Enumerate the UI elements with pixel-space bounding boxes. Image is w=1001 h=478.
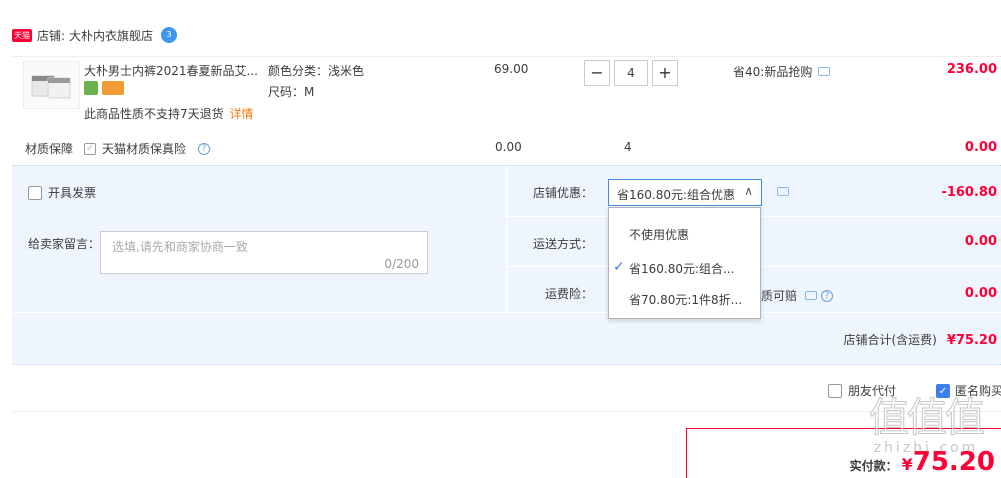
shipping-insurance-chat-icon[interactable] — [805, 291, 818, 300]
item-promo: 省40:新品抢购 — [733, 63, 831, 80]
payable-summary: 实付款： ¥ 75.20 — [850, 447, 995, 477]
discount-select[interactable]: 省160.80元:组合优惠 ∧ — [608, 179, 762, 206]
friend-pay-option[interactable]: 朋友代付 — [828, 382, 896, 399]
discount-option-discount[interactable]: 省70.80元:1件8折... — [629, 291, 742, 308]
shipping-insurance-amount: 0.00 — [964, 286, 997, 301]
shop-label: 店铺: — [37, 28, 66, 43]
promo-text: 省40:新品抢购 — [733, 65, 813, 79]
quantity-input[interactable]: 4 — [614, 60, 648, 86]
size-spec: 尺码：M — [268, 85, 315, 99]
quantity-plus-button[interactable]: + — [652, 60, 678, 86]
color-spec: 颜色分类：浅米色 — [268, 64, 365, 78]
wangwang-chat-icon[interactable]: 3 — [161, 27, 178, 43]
shipping-insurance-info: 质可赔 ? — [761, 287, 834, 304]
product-title-link[interactable]: 大朴男士内裤2021春夏新品艾... — [84, 62, 258, 79]
discount-option-combo[interactable]: 省160.80元:组合... — [629, 260, 734, 277]
shop-total: 店铺合计(含运费) ¥75.20 — [843, 331, 997, 348]
section-divider — [12, 411, 1001, 412]
invoice-option[interactable]: 开具发票 — [28, 184, 96, 201]
shop-header: 天猫 店铺: 大朴内衣旗舰店 3 — [12, 27, 178, 44]
shop-total-amount: ¥75.20 — [946, 333, 997, 348]
insurance-option-label: 天猫材质保真险 — [102, 142, 187, 156]
insurance-total: 0.00 — [964, 140, 997, 155]
product-thumbnail[interactable] — [23, 61, 80, 109]
discount-dropdown: 不使用优惠 ✓ 省160.80元:组合... 省70.80元:1件8折... — [608, 207, 761, 319]
friend-pay-checkbox[interactable] — [828, 383, 842, 398]
shipping-insurance-help-icon[interactable]: ? — [821, 289, 834, 302]
invoice-label: 开具发票 — [48, 186, 97, 200]
unit-price: 69.00 — [494, 62, 529, 76]
guarantee-badge-icon — [84, 81, 98, 95]
message-placeholder: 选填,请先和商家协商一致 — [112, 240, 248, 254]
anonymous-checkbox[interactable]: ✓ — [936, 383, 950, 398]
checkmark-icon: ✓ — [613, 259, 625, 275]
card-badge-icon — [102, 81, 124, 95]
discount-selected-value: 省160.80元:组合优惠 — [617, 188, 736, 202]
friend-pay-label: 朋友代付 — [848, 384, 897, 398]
message-textarea[interactable]: 选填,请先和商家协商一致 0/200 — [100, 231, 428, 274]
insurance-checkbox[interactable]: ✓ — [84, 142, 96, 155]
help-icon[interactable]: ? — [198, 142, 211, 155]
insurance-label: 材质保障 — [25, 142, 74, 156]
anonymous-option[interactable]: ✓ 匿名购买 — [936, 382, 1001, 399]
quantity-minus-button[interactable]: − — [584, 60, 610, 86]
chevron-up-icon: ∧ — [744, 184, 753, 198]
insurance-option[interactable]: ✓ 天猫材质保真险 ? — [84, 140, 211, 157]
payable-amount: 75.20 — [912, 447, 995, 477]
underwear-image-icon — [31, 75, 71, 99]
tmall-badge: 天猫 — [12, 28, 32, 42]
anonymous-label: 匿名购买 — [955, 384, 1001, 398]
promo-chat-icon[interactable] — [818, 67, 831, 76]
return-notice: 此商品性质不支持7天退货 详情 — [84, 105, 253, 122]
shipping-insurance-text: 质可赔 — [761, 289, 798, 303]
item-total: 236.00 — [946, 62, 997, 77]
service-badges — [84, 81, 124, 95]
message-counter: 0/200 — [384, 257, 419, 271]
payable-box: 实付款： ¥ 75.20 — [686, 428, 1001, 478]
insurance-price: 0.00 — [495, 140, 522, 154]
shipping-amount: 0.00 — [964, 234, 997, 249]
discount-amount: -160.80 — [941, 185, 997, 200]
invoice-checkbox[interactable] — [28, 185, 42, 200]
return-notice-text: 此商品性质不支持7天退货 — [84, 107, 224, 121]
row-divider-3 — [12, 312, 1001, 313]
payable-label: 实付款： — [849, 459, 898, 473]
shop-total-label: 店铺合计(含运费) — [843, 333, 937, 347]
insurance-quantity: 4 — [624, 140, 632, 154]
detail-link[interactable]: 详情 — [229, 107, 253, 121]
discount-label: 店铺优惠： — [533, 186, 594, 200]
message-label: 给卖家留言： — [28, 237, 101, 251]
discount-option-none[interactable]: 不使用优惠 — [629, 226, 689, 243]
shipping-insurance-label: 运费险： — [545, 287, 594, 301]
discount-chat-icon[interactable] — [777, 187, 789, 196]
shipping-label: 运送方式： — [533, 237, 594, 251]
panel-divider — [506, 166, 507, 312]
payable-currency: ¥ — [901, 455, 913, 474]
shop-name-link[interactable]: 大朴内衣旗舰店 — [69, 27, 153, 44]
